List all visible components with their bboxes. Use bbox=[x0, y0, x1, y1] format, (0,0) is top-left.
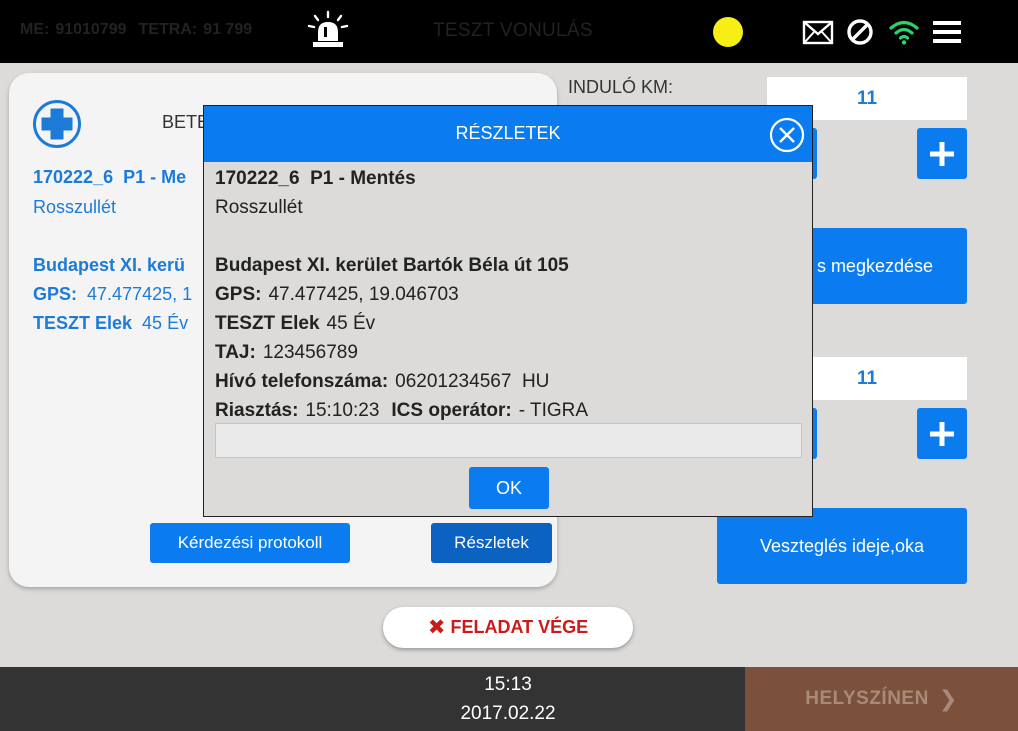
dialog-alarm-value: 15:10:23 bbox=[305, 400, 380, 421]
me-value: 91010799 bbox=[55, 21, 127, 38]
on-site-button[interactable]: HELYSZÍNEN ❯ bbox=[745, 667, 1018, 731]
chevron-right-icon: ❯ bbox=[938, 686, 958, 711]
card-case-line: 170222_6 P1 - Me bbox=[33, 167, 186, 188]
dialog-body: 170222_6 P1 - Mentés Rosszullét Budapest… bbox=[215, 164, 805, 425]
details-dialog: RÉSZLETEK 170222_6 P1 - Mentés Rosszullé… bbox=[203, 105, 813, 517]
close-x-icon: ✖ bbox=[427, 616, 446, 639]
card-case-type: P1 - Me bbox=[123, 167, 187, 187]
dialog-operator-value: - TIGRA bbox=[518, 400, 589, 421]
menu-icon[interactable] bbox=[931, 17, 963, 47]
dialog-taj: TAJ: 123456789 bbox=[215, 338, 805, 367]
dialog-address: Budapest XI. kerület Bartók Béla út 105 bbox=[215, 255, 569, 276]
page-title: TESZT VONULÁS bbox=[433, 20, 593, 41]
card-case-id: 170222_6 bbox=[33, 167, 114, 187]
dialog-alarm: Riasztás: 15:10:23 ICS operátor: - TIGRA bbox=[215, 396, 805, 425]
dialog-gps-value: 47.477425, 19.046703 bbox=[268, 284, 459, 305]
dialog-patient-name: TESZT Elek bbox=[215, 313, 320, 334]
dialog-caller-label: Hívó telefonszáma: bbox=[215, 371, 389, 392]
block-icon[interactable] bbox=[844, 17, 876, 47]
details-button[interactable]: Részletek bbox=[431, 523, 552, 563]
protocol-button[interactable]: Kérdezési protokoll bbox=[150, 523, 350, 563]
card-address: Budapest XI. kerü bbox=[33, 255, 186, 275]
dialog-note-field[interactable] bbox=[215, 423, 802, 458]
card-patient-name: TESZT Elek bbox=[33, 313, 133, 333]
unit-identifier: ME: 91010799 TETRA: 91 799 bbox=[20, 21, 264, 39]
medical-cross-icon bbox=[33, 100, 81, 148]
dialog-gps: GPS: 47.477425, 19.046703 bbox=[215, 280, 805, 309]
dialog-operator-label: ICS operátor: bbox=[391, 400, 512, 421]
siren-icon[interactable] bbox=[306, 10, 350, 50]
card-gps: GPS: 47.477425, 1 bbox=[33, 284, 192, 305]
card-patient: TESZT Elek 45 Év bbox=[33, 313, 188, 334]
dialog-case-id: 170222_6 bbox=[215, 168, 300, 189]
dialog-taj-value: 123456789 bbox=[262, 342, 358, 363]
dialog-alarm-label: Riasztás: bbox=[215, 400, 299, 421]
tetra-label: TETRA: bbox=[138, 21, 198, 38]
status-indicator bbox=[713, 17, 743, 47]
dialog-caller: Hívó telefonszáma: 06201234567 HU bbox=[215, 367, 805, 396]
dialog-taj-label: TAJ: bbox=[215, 342, 256, 363]
dialog-case-line: 170222_6 P1 - Mentés bbox=[215, 164, 805, 193]
dialog-patient-age: 45 Év bbox=[326, 313, 376, 334]
dialog-spacer bbox=[215, 222, 805, 251]
dialog-patient: TESZT Elek 45 Év bbox=[215, 309, 805, 338]
card-title: BETE bbox=[162, 112, 210, 132]
end-task-label: FELADAT VÉGE bbox=[450, 617, 589, 637]
ok-button[interactable]: OK bbox=[469, 467, 549, 509]
dialog-complaint: Rosszullét bbox=[215, 197, 303, 218]
me-label: ME: bbox=[20, 21, 50, 38]
tetra-value: 91 799 bbox=[203, 21, 253, 38]
dialog-case-type: P1 - Mentés bbox=[310, 168, 416, 189]
dialog-gps-label: GPS: bbox=[215, 284, 262, 305]
start-km-label: INDULÓ KM: bbox=[568, 77, 674, 97]
end-task-button[interactable]: ✖ FELADAT VÉGE bbox=[383, 607, 633, 648]
close-icon[interactable] bbox=[769, 117, 805, 153]
wifi-icon bbox=[889, 20, 919, 45]
card-patient-age: 45 Év bbox=[142, 313, 189, 333]
dialog-caller-value: 06201234567 HU bbox=[395, 371, 550, 392]
on-site-label: HELYSZÍNEN bbox=[805, 688, 929, 709]
mail-icon[interactable] bbox=[802, 17, 834, 47]
card-gps-value: 47.477425, 1 bbox=[87, 284, 193, 304]
start-km-plus-button[interactable] bbox=[917, 128, 967, 179]
card-complaint: Rosszullét bbox=[33, 197, 117, 217]
second-km-plus-button[interactable] bbox=[917, 408, 967, 459]
card-gps-label: GPS: bbox=[33, 284, 78, 304]
dialog-title: RÉSZLETEK bbox=[455, 123, 561, 143]
delay-button[interactable]: Veszteglés ideje,oka bbox=[717, 508, 967, 584]
